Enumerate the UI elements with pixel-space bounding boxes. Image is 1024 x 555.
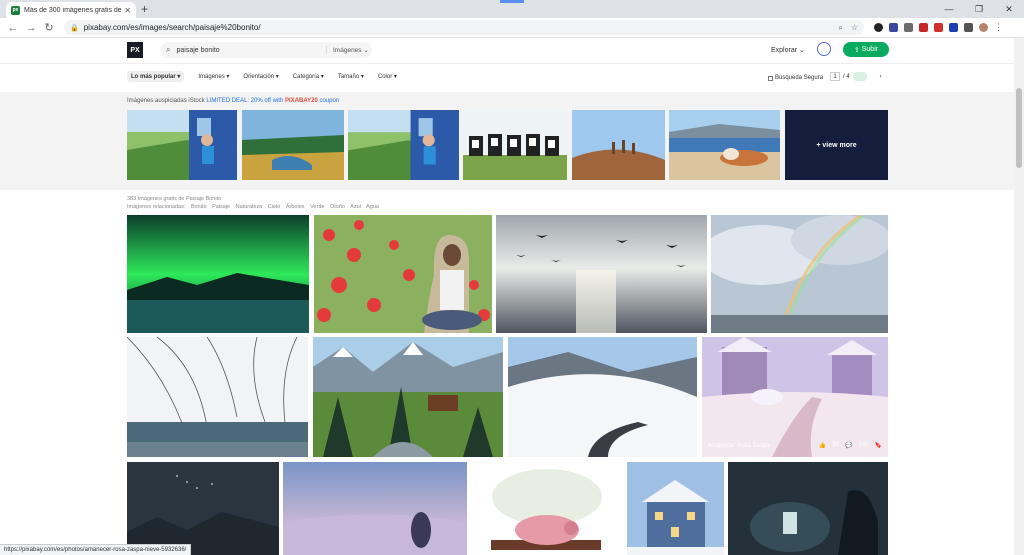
result-image-girl-sunset[interactable]: [283, 462, 467, 555]
filter-color[interactable]: Color ▾: [378, 73, 397, 82]
page-input[interactable]: 1: [830, 72, 840, 81]
filter-size[interactable]: Tamaño ▾: [338, 73, 364, 82]
results-meta: 383 Imágenes gratis de Paisaje Bonito Im…: [127, 195, 383, 211]
sponsored-image[interactable]: [669, 110, 780, 180]
tab-title: Más de 300 imágenes gratis de P...: [24, 6, 122, 14]
zoom-icon[interactable]: ⌕: [838, 23, 842, 33]
checkbox[interactable]: [768, 75, 773, 81]
kebab-menu-icon[interactable]: ⋮: [994, 22, 1003, 33]
next-page-icon[interactable]: ›: [880, 74, 882, 80]
result-image-lantern-forest[interactable]: [728, 462, 888, 555]
view-more-button[interactable]: + view more: [785, 110, 888, 180]
sponsored-image[interactable]: [242, 110, 344, 180]
related-tag[interactable]: Agua: [366, 204, 379, 210]
user-icon[interactable]: [817, 42, 831, 56]
image-stats: 👍 95 💬 140 🔖: [818, 442, 882, 449]
filter-bar: Lo más popular ▾ Imágenes ▾ Orientación …: [0, 64, 1014, 92]
result-image-aurora[interactable]: [127, 215, 309, 333]
filter-images[interactable]: Imágenes ▾: [198, 73, 229, 82]
page-total: / 4: [843, 73, 850, 80]
pixabay-logo[interactable]: PX: [127, 42, 143, 58]
browser-tab[interactable]: px Más de 300 imágenes gratis de P... ✕: [6, 2, 136, 18]
result-image-sea-birds[interactable]: [496, 215, 707, 333]
pager: 1 / 4 ›: [830, 72, 882, 81]
pixabay-favicon-icon: px: [11, 5, 20, 15]
extension-icon[interactable]: [904, 23, 913, 32]
extension-icon[interactable]: [934, 23, 943, 32]
result-image-poppies[interactable]: [314, 215, 492, 333]
extension-icon[interactable]: [889, 23, 898, 32]
search-bar[interactable]: ⌕ paisaje bonito Imágenes ⌄: [160, 42, 372, 58]
browser-tabstrip: px Más de 300 imágenes gratis de P... ✕ …: [0, 0, 1024, 18]
filter-category[interactable]: Categoría ▾: [293, 73, 324, 82]
sponsored-label: Imágenes auspiciadas iStock LIMITED DEAL…: [127, 98, 340, 104]
filter-popular[interactable]: Lo más popular ▾: [127, 71, 185, 82]
forward-icon[interactable]: →: [24, 22, 38, 34]
close-window-icon[interactable]: ✕: [994, 0, 1024, 18]
address-bar[interactable]: 🔒 pixabay.com/es/images/search/paisaje%2…: [64, 20, 864, 35]
new-tab-icon[interactable]: +: [141, 2, 148, 16]
safe-search-toggle[interactable]: Búsqueda Segura: [768, 75, 823, 81]
extensions: ⋮: [874, 22, 1003, 33]
like-icon[interactable]: 👍: [819, 442, 826, 449]
result-image-rainbow[interactable]: [711, 215, 888, 333]
related-tag[interactable]: Otoño: [330, 204, 345, 210]
related-tag[interactable]: Naturaleza: [236, 204, 263, 210]
page-nav-pill[interactable]: [852, 72, 867, 81]
bookmark-star-icon[interactable]: ☆: [851, 23, 858, 32]
related-tag[interactable]: Bonito: [191, 204, 207, 210]
bookmark-icon[interactable]: 🔖: [875, 442, 882, 449]
filter-list: Lo más popular ▾ Imágenes ▾ Orientación …: [127, 71, 397, 82]
search-type-select[interactable]: Imágenes ⌄: [326, 46, 372, 54]
sponsored-image[interactable]: [348, 110, 459, 180]
result-image-night-mountains[interactable]: [127, 462, 279, 555]
upload-button[interactable]: ⇪ Subir: [843, 42, 889, 57]
page-scrollbar[interactable]: [1014, 38, 1024, 555]
scrollbar-thumb[interactable]: [1016, 88, 1022, 168]
related-searches: Imágenes relacionadas: Bonito Paisaje Na…: [127, 204, 379, 210]
image-title[interactable]: Amanecer Rosa Zaspa: [708, 443, 769, 449]
puzzle-icon[interactable]: [964, 23, 973, 32]
back-icon[interactable]: ←: [6, 22, 20, 34]
sponsored-image[interactable]: [572, 110, 665, 180]
sponsored-image[interactable]: [463, 110, 567, 180]
reload-icon[interactable]: ↻: [42, 21, 56, 34]
extension-icon[interactable]: [949, 23, 958, 32]
results-count: 383 Imágenes gratis de Paisaje Bonito: [127, 196, 222, 202]
result-image-frost-tree[interactable]: [127, 337, 308, 457]
comment-icon[interactable]: 💬: [845, 442, 852, 449]
related-tag[interactable]: Verde: [310, 204, 324, 210]
related-tag[interactable]: Árboles: [286, 204, 305, 210]
related-tag[interactable]: Azul: [350, 204, 361, 210]
site-header: PX ⌕ paisaje bonito Imágenes ⌄ Explorar …: [0, 38, 1014, 64]
search-icon: ⌕: [166, 45, 171, 54]
close-tab-icon[interactable]: ✕: [124, 6, 131, 15]
sponsored-image[interactable]: [127, 110, 237, 180]
url-text: pixabay.com/es/images/search/paisaje%20b…: [83, 23, 261, 32]
restore-icon[interactable]: ❐: [964, 0, 994, 18]
result-image-pink-snow-village[interactable]: Amanecer Rosa Zaspa 👍 95 💬 140 🔖: [702, 337, 888, 457]
window-controls: — ❐ ✕: [934, 0, 1024, 18]
related-tag[interactable]: Cielo: [268, 204, 281, 210]
extension-icon[interactable]: [919, 23, 928, 32]
search-input[interactable]: paisaje bonito: [176, 47, 326, 54]
result-image-snow-house[interactable]: [627, 462, 724, 555]
related-tag[interactable]: Paisaje: [212, 204, 230, 210]
result-image-pig-illustration[interactable]: [471, 462, 623, 555]
profile-avatar[interactable]: [979, 23, 988, 32]
extension-icon[interactable]: [874, 23, 883, 32]
result-image-snow-road[interactable]: [508, 337, 697, 457]
minimize-icon[interactable]: —: [934, 0, 964, 18]
result-image-mountain-valley[interactable]: [313, 337, 503, 457]
tab-accent: [500, 0, 524, 3]
status-bar: https://pixabay.com/es/photos/amanecer-r…: [0, 544, 192, 555]
sponsored-section: Imágenes auspiciadas iStock LIMITED DEAL…: [0, 92, 1014, 190]
lock-icon: 🔒: [70, 24, 79, 32]
browser-toolbar: ← → ↻ 🔒 pixabay.com/es/images/search/pai…: [0, 18, 1024, 38]
explore-menu[interactable]: Explorar ⌄: [771, 46, 805, 54]
filter-orientation[interactable]: Orientación ▾: [243, 73, 278, 82]
